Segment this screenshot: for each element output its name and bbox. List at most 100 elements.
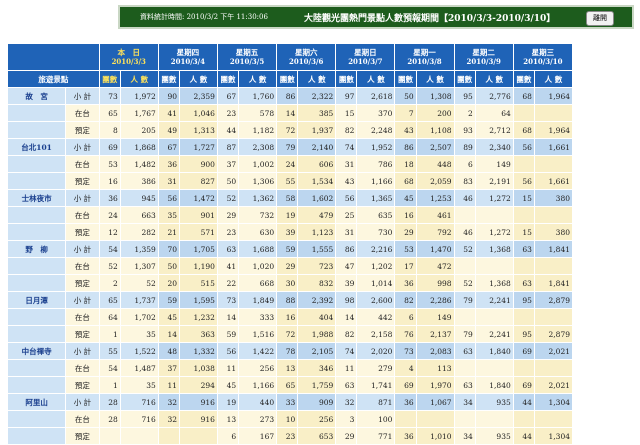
people-count-cell: 1,020 — [239, 258, 277, 274]
table-row: 預定 1 35 14 363 59 1,516 72 1,988 82 2,158 76 2,137 79… — [8, 326, 572, 342]
spot-name-blank — [8, 428, 66, 444]
group-count-cell: 34 — [454, 394, 475, 410]
people-count-cell: 1,010 — [416, 428, 454, 444]
group-count-cell: 41 — [217, 258, 239, 274]
spot-column-header: 旅遊景點 — [8, 71, 99, 87]
people-count-cell: 1,368 — [475, 241, 513, 257]
people-count-cell: 2,158 — [357, 326, 395, 342]
group-count-cell: 63 — [454, 377, 475, 393]
people-count-cell: 832 — [298, 275, 336, 291]
people-count-cell: 1,123 — [298, 224, 336, 240]
group-count-cell: 56 — [158, 190, 179, 206]
people-count-cell: 282 — [120, 224, 158, 240]
table-row: 預定 2 52 20 515 22 668 30 832 39 1,014 36 998 52 1,368 6… — [8, 275, 572, 291]
group-count-cell: 44 — [513, 428, 534, 444]
group-count-cell: 68 — [395, 173, 416, 189]
people-count-header: 人 數 — [239, 71, 277, 87]
group-count-cell: 24 — [99, 207, 120, 223]
people-count-cell: 1,253 — [416, 190, 454, 206]
day-header: 星期四 2010/3/4 — [158, 44, 217, 70]
close-button[interactable]: 離開 — [586, 11, 614, 26]
group-count-cell: 21 — [158, 224, 179, 240]
group-count-cell: 95 — [454, 88, 475, 104]
group-count-header: 團數 — [277, 71, 298, 87]
group-count-cell: 14 — [277, 105, 298, 121]
group-count-cell: 36 — [99, 190, 120, 206]
people-count-cell: 1,472 — [179, 190, 217, 206]
group-count-cell: 65 — [99, 292, 120, 308]
people-count-header: 人 數 — [416, 71, 454, 87]
group-count-cell: 64 — [99, 309, 120, 325]
spot-name-blank — [8, 224, 66, 240]
spot-name: 日月潭 — [8, 292, 66, 308]
group-count-cell: 7 — [395, 105, 416, 121]
day-date: 2010/3/7 — [348, 57, 383, 66]
day-name: 星期一 — [413, 48, 436, 57]
people-count-cell: 1,849 — [239, 292, 277, 308]
table-row: 阿里山小 計 28 716 32 916 19 440 33 909 32 871 36 1,067 34… — [8, 394, 572, 410]
group-count-cell: 20 — [158, 275, 179, 291]
people-count-cell: 333 — [239, 309, 277, 325]
people-count-cell: 1,307 — [120, 258, 158, 274]
row-label: 預定 — [66, 326, 99, 342]
people-count-cell: 2,083 — [416, 343, 454, 359]
people-count-cell — [416, 411, 454, 427]
people-count-cell: 35 — [120, 326, 158, 342]
group-count-cell: 65 — [99, 105, 120, 121]
people-count-cell: 716 — [120, 394, 158, 410]
group-count-cell: 36 — [158, 156, 179, 172]
group-count-cell: 59 — [217, 326, 239, 342]
group-count-cell: 39 — [336, 275, 357, 291]
group-count-cell — [454, 360, 475, 376]
people-count-cell: 2,359 — [179, 88, 217, 104]
group-count-cell: 31 — [336, 156, 357, 172]
people-count-cell: 1,067 — [416, 394, 454, 410]
row-label: 在台 — [66, 360, 99, 376]
day-date: 2010/3/6 — [289, 57, 324, 66]
group-count-cell: 63 — [454, 343, 475, 359]
people-count-cell: 1,422 — [239, 343, 277, 359]
people-count-cell: 1,602 — [298, 190, 336, 206]
group-count-cell: 11 — [217, 360, 239, 376]
people-count-cell: 606 — [298, 156, 336, 172]
people-count-header: 人 數 — [475, 71, 513, 87]
people-count-cell — [179, 428, 217, 444]
people-count-cell — [475, 207, 513, 223]
people-count-cell: 2,286 — [416, 292, 454, 308]
group-count-cell: 86 — [336, 241, 357, 257]
spot-name: 故 宮 — [8, 88, 66, 104]
group-count-cell — [513, 156, 534, 172]
people-count-cell: 1,727 — [179, 139, 217, 155]
people-count-cell: 716 — [120, 411, 158, 427]
people-count-cell: 901 — [179, 207, 217, 223]
people-count-cell: 1,470 — [416, 241, 454, 257]
row-label: 預定 — [66, 428, 99, 444]
people-count-cell: 1,516 — [239, 326, 277, 342]
table-row: 士林夜市小 計 36 945 56 1,472 52 1,362 58 1,602 56 1,365… — [8, 190, 572, 206]
people-count-cell: 1,304 — [534, 428, 572, 444]
group-count-cell: 45 — [217, 377, 239, 393]
day-header: 星期日 2010/3/7 — [336, 44, 395, 70]
row-label: 小 計 — [66, 139, 99, 155]
group-count-cell: 32 — [336, 394, 357, 410]
group-count-cell — [454, 207, 475, 223]
group-count-cell: 73 — [395, 343, 416, 359]
people-count-cell: 448 — [416, 156, 454, 172]
group-count-cell: 46 — [454, 190, 475, 206]
people-count-cell: 1,232 — [179, 309, 217, 325]
table-row: 野 柳小 計 54 1,359 70 1,705 63 1,688 59 1,555 86 2,21… — [8, 241, 572, 257]
table-row: 在台 28 716 32 916 13 273 10 256 3 100 — [8, 411, 572, 427]
people-count-cell: 1,702 — [120, 309, 158, 325]
people-count-cell: 200 — [416, 105, 454, 121]
row-label: 在台 — [66, 258, 99, 274]
group-count-cell: 32 — [158, 411, 179, 427]
title-banner: 資料統計時間: 2010/3/2 下午 11:30:06 大陸觀光團熱門景點人數… — [118, 5, 634, 29]
day-date: 2010/3/10 — [523, 57, 563, 66]
day-name: 星期日 — [354, 48, 377, 57]
group-count-cell: 6 — [395, 309, 416, 325]
group-count-cell: 22 — [217, 275, 239, 291]
people-count-cell: 370 — [357, 105, 395, 121]
group-count-cell: 13 — [217, 411, 239, 427]
people-count-cell: 771 — [357, 428, 395, 444]
group-count-cell — [454, 258, 475, 274]
